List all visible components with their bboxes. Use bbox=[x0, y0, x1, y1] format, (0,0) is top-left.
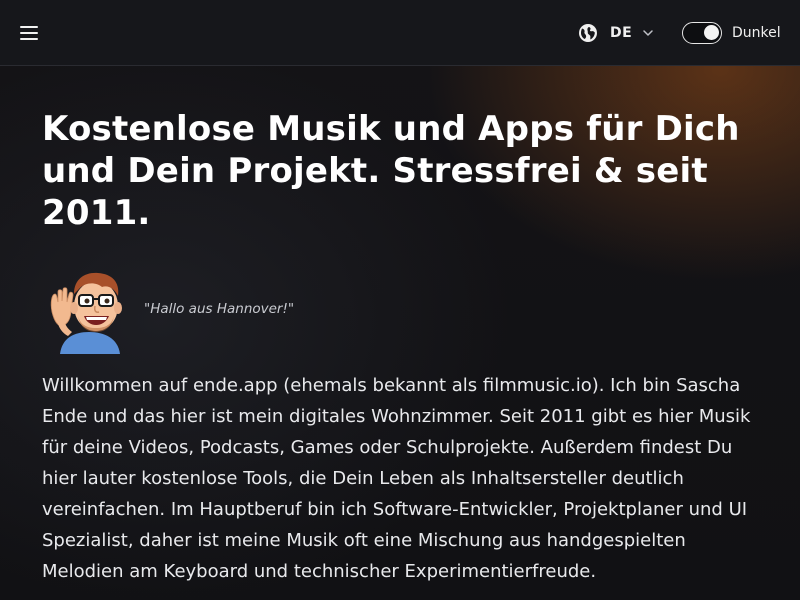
page: DE Dunkel Kostenlose Musik und Apps für … bbox=[0, 0, 800, 600]
globe-icon bbox=[579, 24, 597, 42]
greeting-quote: "Hallo aus Hannover!" bbox=[144, 301, 295, 317]
dark-mode-toggle[interactable] bbox=[682, 22, 722, 44]
theme-label: Dunkel bbox=[732, 25, 781, 41]
menu-bar-line bbox=[20, 26, 38, 28]
language-code: DE bbox=[610, 25, 633, 41]
avatar bbox=[50, 272, 122, 354]
chevron-down-icon bbox=[643, 30, 653, 36]
language-selector[interactable]: DE bbox=[578, 21, 654, 45]
hamburger-menu-icon[interactable] bbox=[14, 18, 44, 48]
menu-bar-line bbox=[20, 38, 38, 40]
menu-bar-line bbox=[20, 32, 38, 34]
intro-paragraph: Willkommen auf ende.app (ehemals bekannt… bbox=[42, 375, 751, 582]
toggle-knob bbox=[704, 25, 719, 40]
top-navigation-bar: DE Dunkel bbox=[0, 0, 800, 66]
greeting-block: "Hallo aus Hannover!" bbox=[46, 268, 294, 354]
theme-switch: Dunkel bbox=[682, 21, 781, 45]
page-title: Kostenlose Musik und Apps für Dich und D… bbox=[42, 109, 740, 233]
